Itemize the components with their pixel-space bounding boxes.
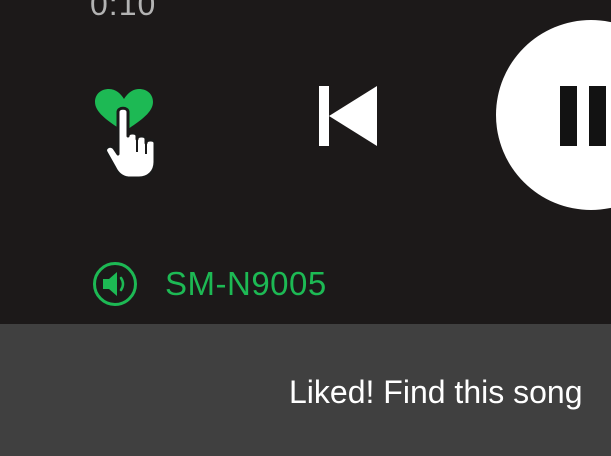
device-name: SM-N9005 (165, 265, 327, 302)
speaker-icon (93, 262, 137, 306)
pause-icon (560, 86, 577, 146)
elapsed-time: 0:10 (90, 0, 157, 22)
like-button[interactable] (90, 86, 170, 186)
skip-previous-icon (319, 86, 377, 146)
toast-notification: Liked! Find this song (0, 324, 611, 456)
hand-pointer-icon (104, 106, 157, 180)
toast-message: Liked! Find this song (289, 374, 583, 410)
pause-icon-bar (589, 86, 606, 146)
now-playing-panel: 0:10 SM-N9005 (0, 0, 611, 324)
connected-device[interactable]: SM-N9005 (92, 261, 327, 307)
previous-track-button[interactable] (316, 84, 380, 148)
pause-button[interactable] (496, 20, 611, 210)
